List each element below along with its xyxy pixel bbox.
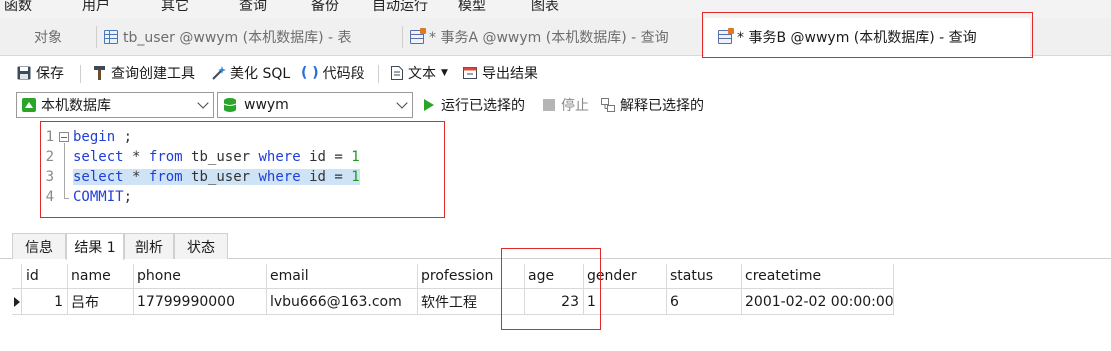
- column-header-status[interactable]: status: [667, 264, 742, 288]
- beautify-sql-button[interactable]: 美化 SQL: [210, 57, 290, 89]
- play-icon: [424, 99, 434, 111]
- query-icon: [410, 28, 426, 44]
- column-header-id[interactable]: id: [23, 264, 68, 288]
- table-icon: [104, 30, 118, 44]
- code-snippet-label: 代码段: [322, 66, 365, 82]
- query-builder-button[interactable]: 查询创建工具: [92, 57, 195, 89]
- menu-users[interactable]: 用户: [82, 0, 110, 15]
- column-header-phone[interactable]: phone: [134, 264, 267, 288]
- database-select[interactable]: wwym: [217, 92, 413, 118]
- table-cell-id[interactable]: 1: [23, 289, 68, 314]
- beautify-sql-label: 美化 SQL: [230, 66, 291, 82]
- tab-separator: [402, 26, 403, 48]
- text-button[interactable]: 文本 ▼: [390, 57, 448, 89]
- run-selected-button[interactable]: 运行已选择的: [424, 92, 525, 118]
- annotation-box-sql: [40, 121, 445, 218]
- save-button[interactable]: 保存: [16, 57, 64, 89]
- menu-backup[interactable]: 备份: [311, 0, 339, 15]
- table-cell-createtime[interactable]: 2001-02-02 00:00:00: [742, 289, 894, 314]
- toolbar-separator: [80, 65, 81, 83]
- table-cell-name[interactable]: 吕布: [68, 289, 134, 314]
- tab-label: * 事务A @wwym (本机数据库) - 查询: [429, 30, 669, 46]
- query-builder-label: 查询创建工具: [111, 66, 195, 82]
- chevron-down-icon: [197, 97, 209, 109]
- tab-label: 状态: [187, 239, 215, 256]
- tab-result-1[interactable]: 结果 1: [66, 233, 124, 260]
- column-header-name[interactable]: name: [68, 264, 134, 288]
- toolbar: 保存 查询创建工具 美化 SQL ( ) 代码段 文本 ▼ 导出结果: [0, 57, 1111, 89]
- menu-automation[interactable]: 自动运行: [372, 0, 428, 15]
- stop-label: 停止: [561, 98, 589, 114]
- save-label: 保存: [36, 66, 64, 82]
- explain-selected-label: 解释已选择的: [620, 98, 704, 114]
- chevron-down-icon: [396, 97, 408, 109]
- tab-label: tb_user @wwym (本机数据库) - 表: [123, 30, 352, 46]
- database-value: wwym: [244, 97, 289, 113]
- annotation-box-age: [501, 248, 601, 330]
- tab-label: 对象: [34, 30, 62, 46]
- tab-transaction-a[interactable]: * 事务A @wwym (本机数据库) - 查询: [402, 18, 704, 56]
- export-results-button[interactable]: 导出结果: [462, 57, 538, 89]
- export-results-label: 导出结果: [482, 66, 538, 82]
- document-icon: [391, 66, 403, 80]
- database-icon: [223, 98, 237, 112]
- table-cell-status[interactable]: 6: [667, 289, 742, 314]
- dropdown-arrow-icon: ▼: [441, 68, 448, 78]
- tab-separator: [96, 26, 97, 48]
- tab-tb-user[interactable]: tb_user @wwym (本机数据库) - 表: [96, 18, 402, 56]
- tab-info[interactable]: 信息: [12, 233, 66, 259]
- tab-objects[interactable]: 对象: [0, 18, 96, 56]
- menu-chart[interactable]: 图表: [531, 0, 559, 15]
- menu-model[interactable]: 模型: [458, 0, 486, 15]
- parentheses-icon: ( ): [301, 65, 319, 81]
- annotation-box-tab: [702, 12, 1033, 58]
- column-header-email[interactable]: email: [267, 264, 418, 288]
- connection-icon: [22, 98, 36, 112]
- current-row-icon: [14, 297, 20, 307]
- explain-icon: [601, 98, 615, 112]
- grid-row-divider: [12, 314, 894, 315]
- tab-label: 剖析: [135, 239, 163, 256]
- table-cell-phone[interactable]: 17799990000: [134, 289, 267, 314]
- tab-profile[interactable]: 剖析: [124, 233, 174, 259]
- toolbar-separator: [378, 65, 379, 83]
- menu-query[interactable]: 查询: [239, 0, 267, 15]
- save-icon: [17, 66, 31, 80]
- tab-status[interactable]: 状态: [174, 233, 228, 259]
- menu-functions[interactable]: 函数: [4, 0, 32, 15]
- tab-label: 信息: [25, 239, 53, 256]
- menu-other[interactable]: 其它: [161, 0, 189, 15]
- table-cell-email[interactable]: lvbu666@163.com: [267, 289, 418, 314]
- stop-button[interactable]: 停止: [543, 92, 589, 118]
- column-header-createtime[interactable]: createtime: [742, 264, 894, 288]
- connection-select[interactable]: 本机数据库: [16, 92, 214, 118]
- hammer-icon: [94, 66, 105, 80]
- row-header-column: [12, 264, 22, 315]
- export-icon: [463, 67, 477, 79]
- magic-wand-icon: [212, 66, 226, 80]
- connection-value: 本机数据库: [41, 98, 111, 114]
- run-selected-label: 运行已选择的: [441, 98, 525, 114]
- stop-icon: [543, 99, 555, 111]
- explain-selected-button[interactable]: 解释已选择的: [600, 92, 704, 118]
- text-label: 文本: [408, 66, 436, 82]
- tab-label: 结果 1: [74, 240, 116, 256]
- code-snippet-button[interactable]: ( ) 代码段: [301, 57, 365, 89]
